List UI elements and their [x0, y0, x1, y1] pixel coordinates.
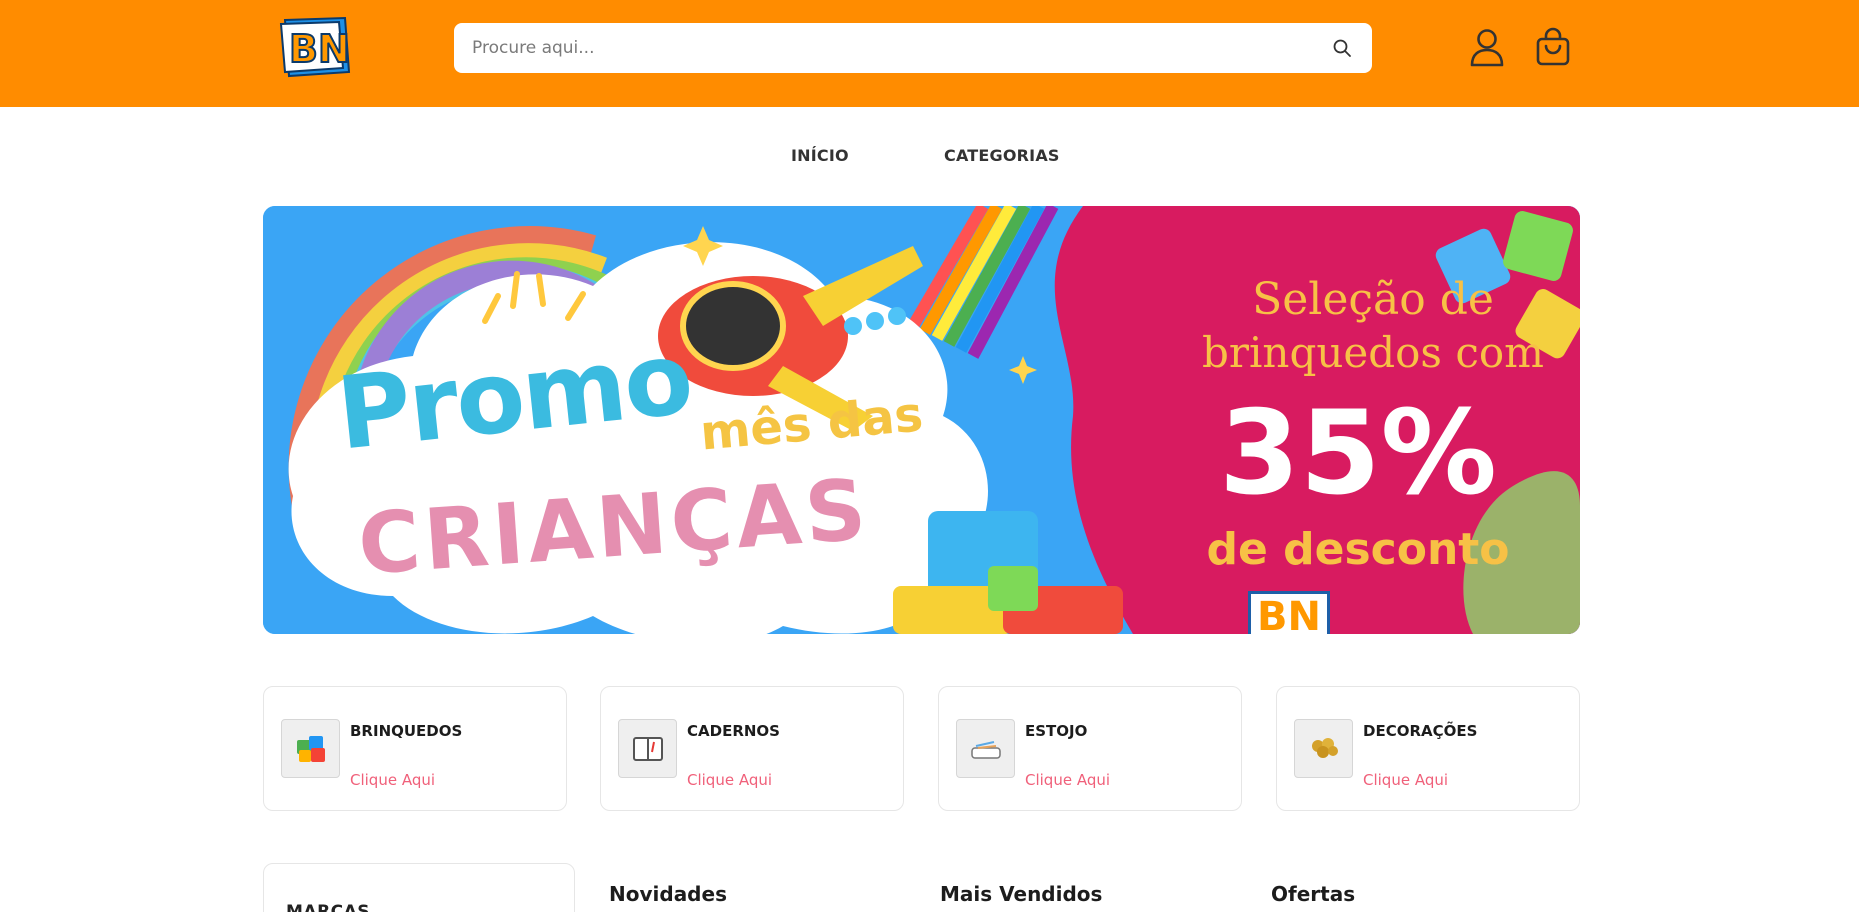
main-nav: INÍCIO CATEGORIAS [0, 146, 1859, 170]
search-bar [454, 23, 1372, 73]
account-icon[interactable] [1467, 26, 1507, 68]
brands-title: MARCAS [286, 902, 371, 912]
category-title: BRINQUEDOS [350, 722, 463, 740]
shopping-bag-icon[interactable] [1533, 26, 1573, 68]
notebook-icon [618, 719, 677, 778]
category-link[interactable]: Clique Aqui [687, 771, 772, 789]
banner-offer-line-1: Seleção de [1252, 274, 1494, 325]
category-cards: BRINQUEDOS Clique Aqui CADERNOS Clique A… [263, 686, 1580, 811]
pencil-case-icon [956, 719, 1015, 778]
nav-item-inicio[interactable]: INÍCIO [791, 146, 849, 165]
category-title: CADERNOS [687, 722, 780, 740]
category-title: DECORAÇÕES [1363, 722, 1478, 740]
category-card-cadernos[interactable]: CADERNOS Clique Aqui [600, 686, 904, 811]
brands-panel: MARCAS [263, 863, 575, 912]
page: BN INÍCI [0, 0, 1871, 912]
category-card-estojo[interactable]: ESTOJO Clique Aqui [938, 686, 1242, 811]
banner-logo: BN [1248, 591, 1330, 634]
banner-discount: 35% [1219, 386, 1497, 521]
banner-discount-label: de desconto [1206, 524, 1510, 575]
category-card-decoracoes[interactable]: DECORAÇÕES Clique Aqui [1276, 686, 1580, 811]
section-title-best-sellers: Mais Vendidos [940, 882, 1103, 906]
search-input[interactable] [454, 23, 1322, 73]
category-link[interactable]: Clique Aqui [1025, 771, 1110, 789]
banner-offer-line-2: brinquedos com [1202, 328, 1544, 377]
scrollbar[interactable] [1859, 0, 1871, 912]
section-title-new: Novidades [609, 882, 727, 906]
search-icon[interactable] [1322, 28, 1362, 68]
promo-banner[interactable]: Promo mês das CRIANÇAS Seleção de brinqu… [263, 206, 1580, 634]
toy-blocks-icon [281, 719, 340, 778]
nav-item-categorias[interactable]: CATEGORIAS [944, 146, 1060, 165]
balloons-icon [1294, 719, 1353, 778]
logo-graphic: BN [279, 16, 351, 78]
logo-text: BN [289, 27, 350, 71]
store-logo[interactable]: BN [279, 16, 353, 78]
section-title-offers: Ofertas [1271, 882, 1356, 906]
category-link[interactable]: Clique Aqui [1363, 771, 1448, 789]
category-card-brinquedos[interactable]: BRINQUEDOS Clique Aqui [263, 686, 567, 811]
header-bar: BN [0, 0, 1859, 107]
category-title: ESTOJO [1025, 722, 1088, 740]
category-link[interactable]: Clique Aqui [350, 771, 435, 789]
